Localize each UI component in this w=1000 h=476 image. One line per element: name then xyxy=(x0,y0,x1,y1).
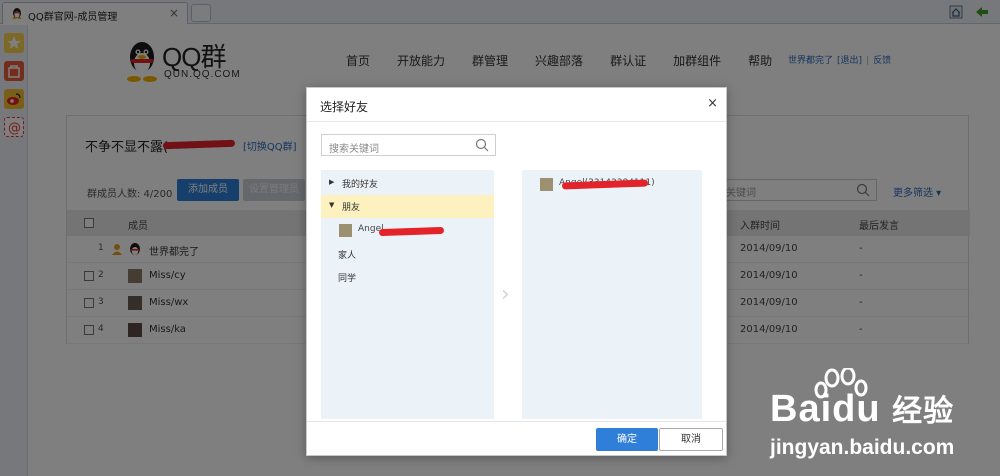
dialog-footer: 确定 取消 xyxy=(307,421,726,456)
watermark-du: du xyxy=(832,388,881,430)
dialog-header: 选择好友 × xyxy=(307,88,726,122)
watermark-bai: Bai xyxy=(770,388,833,430)
watermark-brand: Baidu 经验 xyxy=(770,386,954,431)
redaction-mark xyxy=(378,226,445,237)
tree-node-label: 我的好友 xyxy=(342,180,379,190)
tree-node-label: 同学 xyxy=(338,274,357,284)
avatar xyxy=(339,224,352,237)
friend-search-input[interactable]: 搜索关键词 xyxy=(321,134,496,156)
search-icon[interactable] xyxy=(475,138,489,152)
tree-node-label: 家人 xyxy=(338,251,357,261)
friend-list-item[interactable]: Angel xyxy=(321,219,494,242)
friend-tree: ▶ 我的好友 ▼ 朋友 Angel 家人 同学 xyxy=(321,170,494,419)
chevron-right-icon: › xyxy=(501,282,510,307)
select-friends-dialog: 选择好友 × 搜索关键词 ▶ 我的好友 ▼ 朋友 Angel 家人 同学 › A xyxy=(306,87,727,456)
watermark-url: jingyan.baidu.com xyxy=(770,436,955,459)
baidu-jingyan-watermark: Baidu 经验 jingyan.baidu.com xyxy=(770,368,996,473)
watermark-cn: 经验 xyxy=(892,395,955,428)
tree-node-my-friends[interactable]: ▶ 我的好友 xyxy=(321,172,494,195)
selected-friends-list: Angel(33143384111) xyxy=(522,170,702,419)
dialog-title: 选择好友 xyxy=(320,100,369,114)
collapse-arrow-icon[interactable]: ▼ xyxy=(329,201,334,209)
tree-node-friends[interactable]: ▼ 朋友 xyxy=(321,195,494,218)
tree-node-classmates[interactable]: 同学 xyxy=(321,265,494,288)
friend-search-placeholder: 搜索关键词 xyxy=(329,144,379,155)
avatar xyxy=(540,178,553,191)
tree-node-family[interactable]: 家人 xyxy=(321,242,494,265)
expand-arrow-icon[interactable]: ▶ xyxy=(329,178,334,186)
close-icon[interactable]: × xyxy=(707,96,718,111)
selected-friend-item[interactable]: Angel(33143384111) xyxy=(522,175,702,195)
confirm-button[interactable]: 确定 xyxy=(596,428,658,451)
tree-node-label: 朋友 xyxy=(342,203,361,213)
cancel-button[interactable]: 取消 xyxy=(659,428,723,451)
